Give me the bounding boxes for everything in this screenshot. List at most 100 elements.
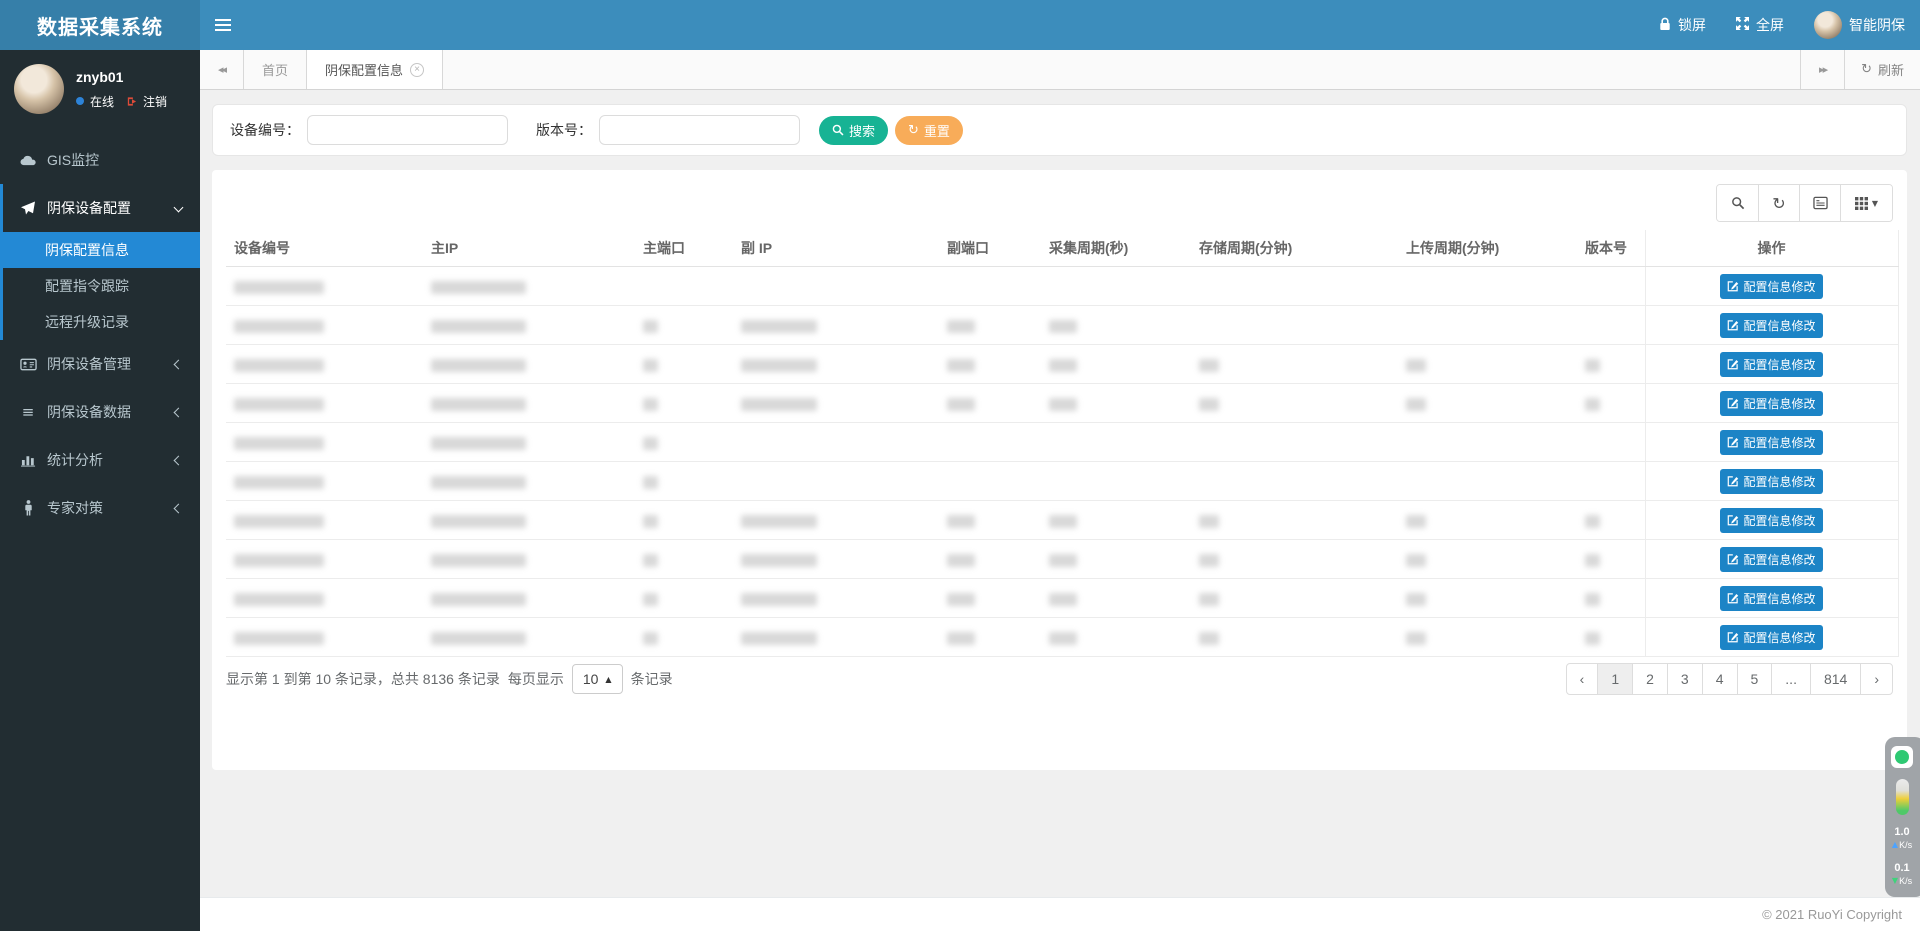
sidebar-item-device-config[interactable]: 阴保设备配置	[3, 184, 200, 232]
table-row: 配置信息修改	[226, 423, 1898, 462]
pagination-info: 显示第 1 到第 10 条记录，总共 8136 条记录	[226, 669, 500, 689]
status-card	[1891, 746, 1913, 768]
page-button-814[interactable]: 814	[1810, 663, 1861, 695]
tabs-scroll-left-button[interactable]: ◂◂	[200, 50, 244, 89]
redacted-value	[431, 476, 526, 489]
logout-button[interactable]: 注销	[143, 93, 167, 110]
arrow-down-icon: ▼	[1892, 876, 1898, 886]
redacted-value	[1049, 632, 1077, 645]
fighter-jet-icon	[18, 200, 38, 216]
redacted-value	[431, 398, 526, 411]
sidebar-item-label: 阴保设备数据	[47, 402, 131, 422]
male-icon	[18, 500, 38, 516]
avatar	[14, 64, 64, 114]
edit-config-button[interactable]: 配置信息修改	[1720, 469, 1822, 494]
redacted-value	[1049, 320, 1077, 333]
column-header-9: 版本号	[1577, 230, 1645, 267]
column-header-1: 设备编号	[226, 230, 423, 267]
edit-config-button[interactable]: 配置信息修改	[1720, 508, 1822, 533]
content-area: 设备编号： 版本号： 搜索 ↻ 重置	[200, 90, 1920, 897]
tab-config-info[interactable]: 阴保配置信息 ×	[307, 50, 443, 89]
column-header-10: 操作	[1645, 230, 1898, 267]
columns-button[interactable]: ▼	[1840, 185, 1892, 221]
sidebar-item-expert-strategy[interactable]: 专家对策	[3, 484, 200, 532]
redacted-value	[741, 359, 817, 372]
page-size-dropdown[interactable]: 10 ▲	[572, 664, 623, 694]
edit-config-button[interactable]: 配置信息修改	[1720, 391, 1822, 416]
top-navbar: 锁屏 全屏 智能阴保	[200, 0, 1920, 50]
redacted-value	[1406, 554, 1426, 567]
version-input[interactable]	[599, 115, 800, 145]
refresh-tab-button[interactable]: ↻ 刷新	[1844, 50, 1920, 89]
table-toolbar: ↻ ▼	[226, 184, 1893, 222]
redacted-value	[1049, 554, 1077, 567]
app-logo[interactable]: 数据采集系统	[0, 0, 200, 50]
redacted-value	[431, 320, 526, 333]
edit-config-button[interactable]: 配置信息修改	[1720, 274, 1822, 299]
redacted-value	[1049, 515, 1077, 528]
close-tab-icon[interactable]: ×	[410, 63, 424, 77]
progress-capsule-icon	[1896, 779, 1909, 815]
redacted-value	[431, 359, 526, 372]
tab-label: 阴保配置信息	[325, 60, 403, 79]
redacted-value	[1049, 359, 1077, 372]
sidebar-item-remote-upgrade[interactable]: 远程升级记录	[3, 304, 200, 340]
online-status-icon	[76, 97, 84, 105]
lock-screen-button[interactable]: 锁屏	[1644, 0, 1721, 50]
submenu-device-config: 阴保配置信息 配置指令跟踪 远程升级记录	[3, 232, 200, 340]
edit-config-button[interactable]: 配置信息修改	[1720, 430, 1822, 455]
edit-config-button[interactable]: 配置信息修改	[1720, 625, 1822, 650]
tabs-scroll-right-button[interactable]: ▸▸	[1800, 50, 1844, 89]
edit-config-button[interactable]: 配置信息修改	[1720, 547, 1822, 572]
lock-label: 锁屏	[1678, 15, 1706, 35]
redacted-value	[234, 437, 324, 450]
page-button-3[interactable]: 3	[1667, 663, 1703, 695]
redacted-value	[643, 437, 658, 450]
tab-home[interactable]: 首页	[244, 50, 307, 89]
page-button-5[interactable]: 5	[1737, 663, 1773, 695]
redacted-value	[643, 593, 658, 606]
page-button-1[interactable]: 1	[1597, 663, 1633, 695]
user-menu[interactable]: 智能阴保	[1799, 0, 1920, 50]
id-card-icon	[18, 358, 38, 371]
sidebar-item-device-data[interactable]: ≡ 阴保设备数据	[3, 388, 200, 436]
sidebar-item-config-info[interactable]: 阴保配置信息	[3, 232, 200, 268]
online-status-label: 在线	[90, 93, 114, 110]
redacted-value	[1406, 359, 1426, 372]
fullscreen-button[interactable]: 全屏	[1721, 0, 1799, 50]
reset-button[interactable]: ↻ 重置	[895, 116, 963, 145]
redacted-value	[947, 554, 975, 567]
table-header-row: 设备编号主IP主端口副 IP副端口采集周期(秒)存储周期(分钟)上传周期(分钟)…	[226, 230, 1898, 267]
pager-next-button[interactable]: ›	[1860, 663, 1893, 695]
pager-prev-button[interactable]: ‹	[1566, 663, 1599, 695]
download-monitor-widget[interactable]: 1.0 ▲K/s 0.1 ▼K/s	[1885, 737, 1920, 897]
toggle-view-button[interactable]	[1799, 185, 1840, 221]
page-button-2[interactable]: 2	[1632, 663, 1668, 695]
device-number-input[interactable]	[307, 115, 508, 145]
page-button-4[interactable]: 4	[1702, 663, 1738, 695]
lock-icon	[1659, 17, 1671, 34]
redacted-value	[643, 320, 658, 333]
sidebar-item-device-manage[interactable]: 阴保设备管理	[3, 340, 200, 388]
table-row: 配置信息修改	[226, 579, 1898, 618]
edit-config-button[interactable]: 配置信息修改	[1720, 586, 1822, 611]
sidebar-toggle-button[interactable]	[200, 0, 246, 50]
sidebar-item-gis-monitor[interactable]: GIS监控	[3, 136, 200, 184]
fullscreen-icon	[1736, 17, 1749, 33]
menu-section-device-data: ≡ 阴保设备数据	[0, 388, 200, 436]
search-icon	[832, 124, 844, 136]
caret-up-icon: ▲	[605, 675, 611, 684]
redacted-value	[1585, 632, 1600, 645]
refresh-table-button[interactable]: ↻	[1758, 185, 1799, 221]
sidebar-item-statistics[interactable]: 统计分析	[3, 436, 200, 484]
search-button[interactable]: 搜索	[819, 116, 888, 145]
chevron-left-icon	[174, 455, 184, 465]
avatar	[1814, 11, 1842, 39]
page-size-prefix: 每页显示	[508, 669, 564, 689]
menu-section-gis: GIS监控	[0, 136, 200, 184]
edit-config-button[interactable]: 配置信息修改	[1720, 313, 1822, 338]
show-search-button[interactable]	[1717, 185, 1758, 221]
sidebar-item-command-trace[interactable]: 配置指令跟踪	[3, 268, 200, 304]
redacted-value	[1406, 515, 1426, 528]
edit-config-button[interactable]: 配置信息修改	[1720, 352, 1822, 377]
